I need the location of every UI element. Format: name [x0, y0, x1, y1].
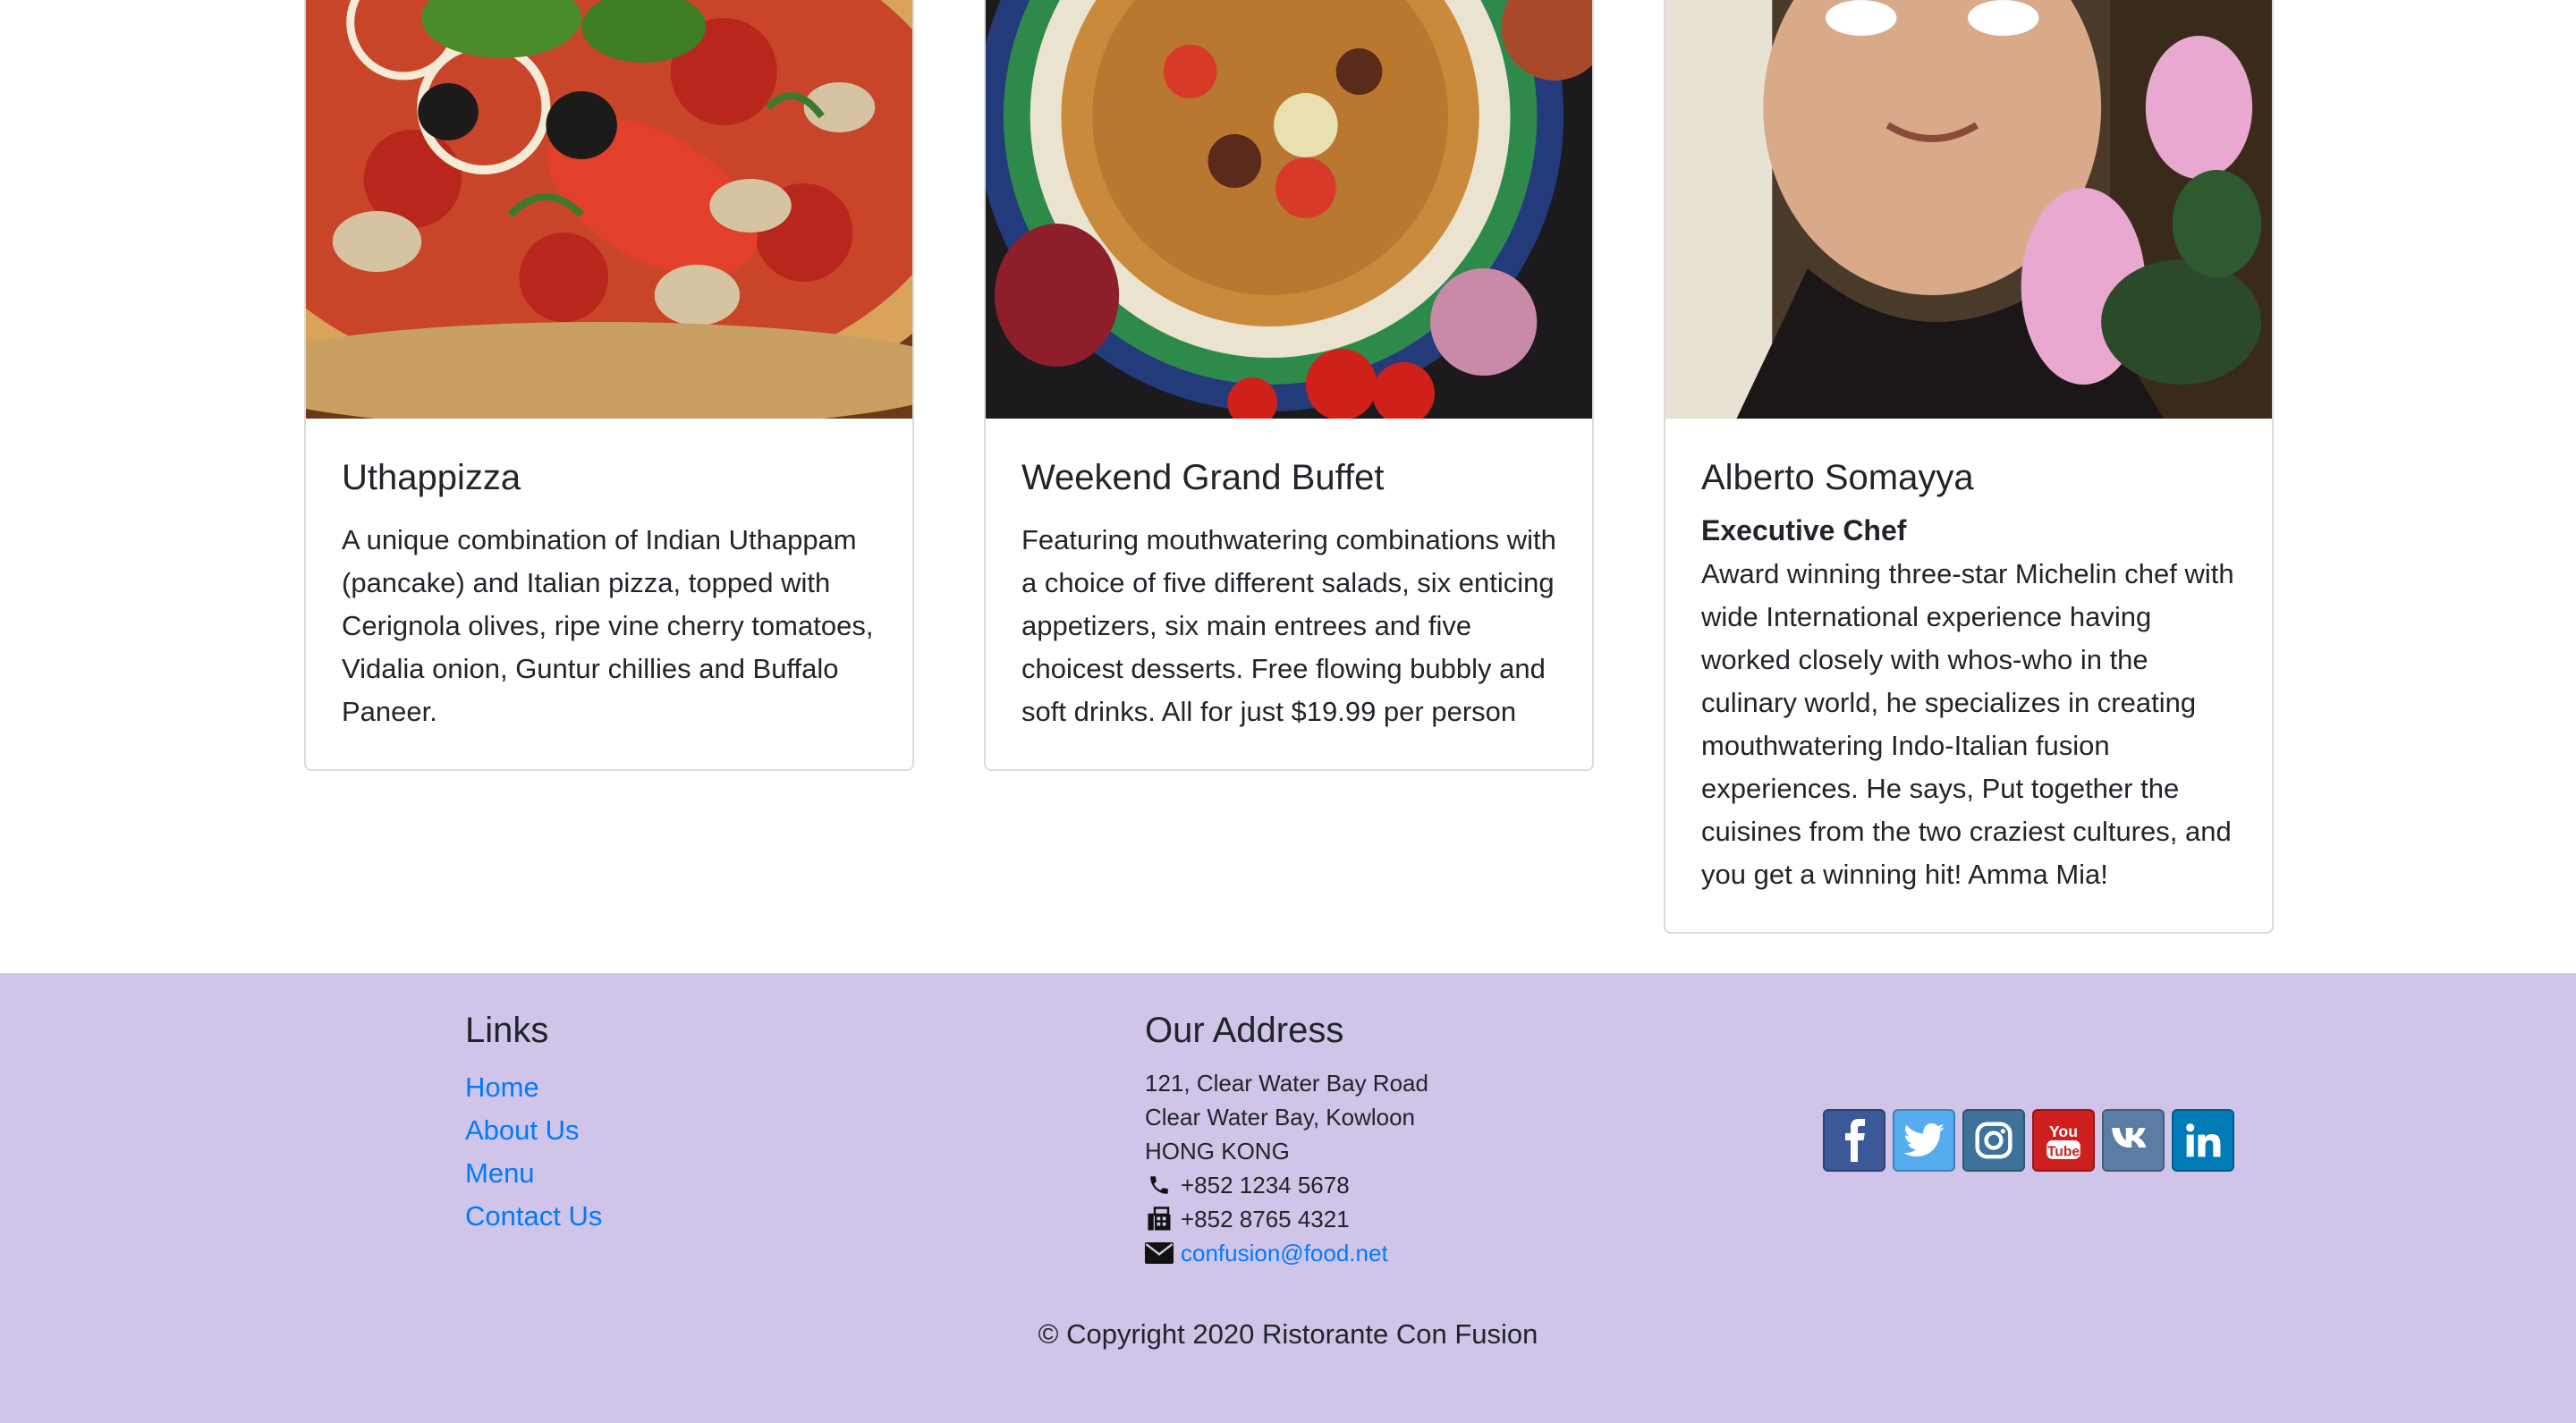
card-subtitle: Executive Chef [1701, 514, 1907, 546]
social-links: You Tube [1823, 1109, 2234, 1172]
vk-icon[interactable] [2102, 1109, 2165, 1172]
email-row: confusion@food.net [1145, 1236, 1428, 1270]
facebook-icon[interactable] [1823, 1109, 1885, 1172]
links-title: Links [465, 1011, 549, 1050]
footer-address-section: Our Address 121, Clear Water Bay Road Cl… [1145, 1009, 1428, 1270]
address-title: Our Address [1145, 1011, 1344, 1050]
fax-row: +852 8765 4321 [1145, 1202, 1428, 1236]
footer: Links Home About Us Menu Contact Us Our … [0, 973, 2576, 1423]
card-title: Alberto Somayya [1701, 458, 1974, 497]
instagram-icon[interactable] [1962, 1109, 2025, 1172]
address-line: HONG KONG [1145, 1138, 1290, 1165]
footer-links-section: Links Home About Us Menu Contact Us [465, 1009, 602, 1238]
svg-text:You: You [2049, 1122, 2078, 1140]
link-home[interactable]: Home [465, 1071, 539, 1103]
card-title: Weekend Grand Buffet [1021, 458, 1385, 497]
fax-icon [1145, 1205, 1174, 1233]
chef-photo [1665, 0, 2272, 419]
phone-icon [1145, 1171, 1174, 1199]
youtube-icon[interactable]: You Tube [2032, 1109, 2095, 1172]
promotion-card: Weekend Grand Buffet Featuring mouthwate… [984, 0, 1594, 771]
email-link[interactable]: confusion@food.net [1181, 1236, 1388, 1270]
address-line: 121, Clear Water Bay Road [1145, 1070, 1428, 1097]
svg-text:Tube: Tube [2047, 1144, 2080, 1159]
card-title: Uthappizza [342, 458, 521, 497]
card-text: Featuring mouthwatering combinations wit… [1021, 524, 1556, 727]
dish-card: Uthappizza A unique combination of India… [304, 0, 914, 771]
twitter-icon[interactable] [1893, 1109, 1955, 1172]
link-menu[interactable]: Menu [465, 1157, 535, 1189]
phone-row: +852 1234 5678 [1145, 1168, 1428, 1202]
fax-number: +852 8765 4321 [1181, 1206, 1350, 1232]
buffet-image [986, 0, 1592, 419]
copyright-text: © Copyright 2020 Ristorante Con Fusion [1038, 1318, 1538, 1350]
phone-number: +852 1234 5678 [1181, 1172, 1350, 1199]
pizza-image [306, 0, 912, 419]
linkedin-icon[interactable] [2172, 1109, 2234, 1172]
link-contact-us[interactable]: Contact Us [465, 1200, 602, 1232]
footer-links-list: Home About Us Menu Contact Us [465, 1066, 602, 1238]
envelope-icon [1145, 1239, 1174, 1267]
leader-card: Alberto Somayya Executive Chef Award win… [1664, 0, 2274, 935]
address-block: 121, Clear Water Bay Road Clear Water Ba… [1145, 1066, 1428, 1270]
card-text: A unique combination of Indian Uthappam … [342, 524, 874, 727]
address-line: Clear Water Bay, Kowloon [1145, 1104, 1416, 1131]
link-about-us[interactable]: About Us [465, 1114, 580, 1146]
card-text: Award winning three-star Michelin chef w… [1701, 558, 2234, 891]
